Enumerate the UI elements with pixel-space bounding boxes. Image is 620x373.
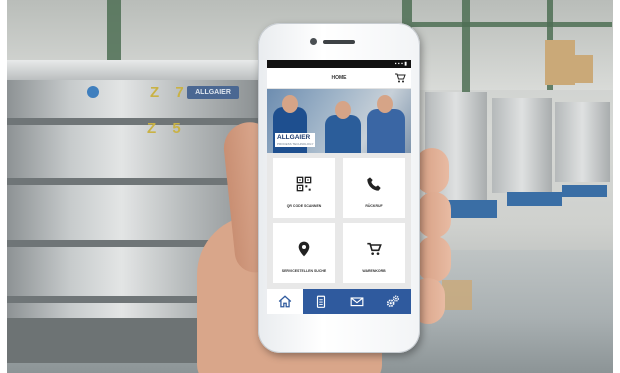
tab-settings[interactable] (375, 289, 411, 314)
cart-icon[interactable] (394, 72, 406, 84)
tab-home[interactable] (267, 289, 303, 314)
tile-label: SERVICESTELLEN SUCHE (281, 269, 327, 273)
machine-label: Z 5 (147, 120, 187, 137)
app-screen: ▪ ▪ ▪ ▮ HOME ALLGAIER PROCESS TECHNOLOGY (267, 60, 411, 314)
tab-mail[interactable] (339, 289, 375, 314)
finger (415, 148, 449, 194)
steel-beam (412, 22, 612, 27)
person (367, 109, 405, 153)
mail-icon (350, 297, 364, 307)
tile-grid: QR CODE SCANNEN RÜCKRUF SERVICESTELLEN S… (267, 153, 411, 289)
person-head (282, 95, 298, 113)
machine-ring (7, 118, 262, 125)
tab-clipboard[interactable] (303, 289, 339, 314)
front-camera (310, 38, 317, 45)
tile-cart[interactable]: WARENKORB (343, 223, 405, 283)
person-head (377, 95, 393, 113)
tile-qr-code[interactable]: QR CODE SCANNEN (273, 158, 335, 218)
status-bar: ▪ ▪ ▪ ▮ (267, 60, 411, 68)
tile-label: WARENKORB (362, 269, 386, 273)
machine-ring (7, 178, 262, 185)
hero-banner: ALLGAIER PROCESS TECHNOLOGY (267, 89, 411, 153)
pallet (442, 280, 472, 310)
person-head (335, 101, 351, 119)
machine-base (7, 318, 227, 363)
finger (417, 236, 451, 282)
phone-home-button (324, 319, 354, 333)
sieve-machine (555, 102, 610, 182)
app-header: HOME (267, 68, 411, 89)
person (325, 115, 361, 153)
speaker-grille (323, 40, 355, 44)
cardboard-box (573, 55, 593, 83)
page-title: HOME (331, 75, 347, 81)
location-pin-icon (298, 241, 310, 257)
phone-icon (367, 177, 381, 191)
machine-label: Z 7 (150, 84, 190, 101)
qr-code-icon (296, 176, 312, 192)
brand-logo: ALLGAIER PROCESS TECHNOLOGY (275, 133, 315, 147)
bottom-tab-bar (267, 289, 411, 314)
machine-brand-plate: ALLGAIER (187, 86, 239, 99)
gears-icon (386, 295, 400, 308)
cardboard-box (545, 40, 575, 85)
home-icon (278, 295, 292, 308)
cart-icon (367, 242, 382, 255)
tile-label: RÜCKRUF (365, 204, 383, 208)
machine-base (507, 192, 562, 206)
tile-callback[interactable]: RÜCKRUF (343, 158, 405, 218)
sieve-machine (492, 98, 552, 193)
clipboard-icon (316, 295, 326, 308)
tile-service-search[interactable]: SERVICESTELLEN SUCHE (273, 223, 335, 283)
smartphone: ▪ ▪ ▪ ▮ HOME ALLGAIER PROCESS TECHNOLOGY (258, 23, 420, 353)
tile-label: QR CODE SCANNEN (286, 204, 322, 208)
machine-base (562, 185, 607, 197)
steel-beam (462, 0, 470, 100)
blue-indicator (87, 86, 99, 98)
finger (417, 192, 451, 238)
